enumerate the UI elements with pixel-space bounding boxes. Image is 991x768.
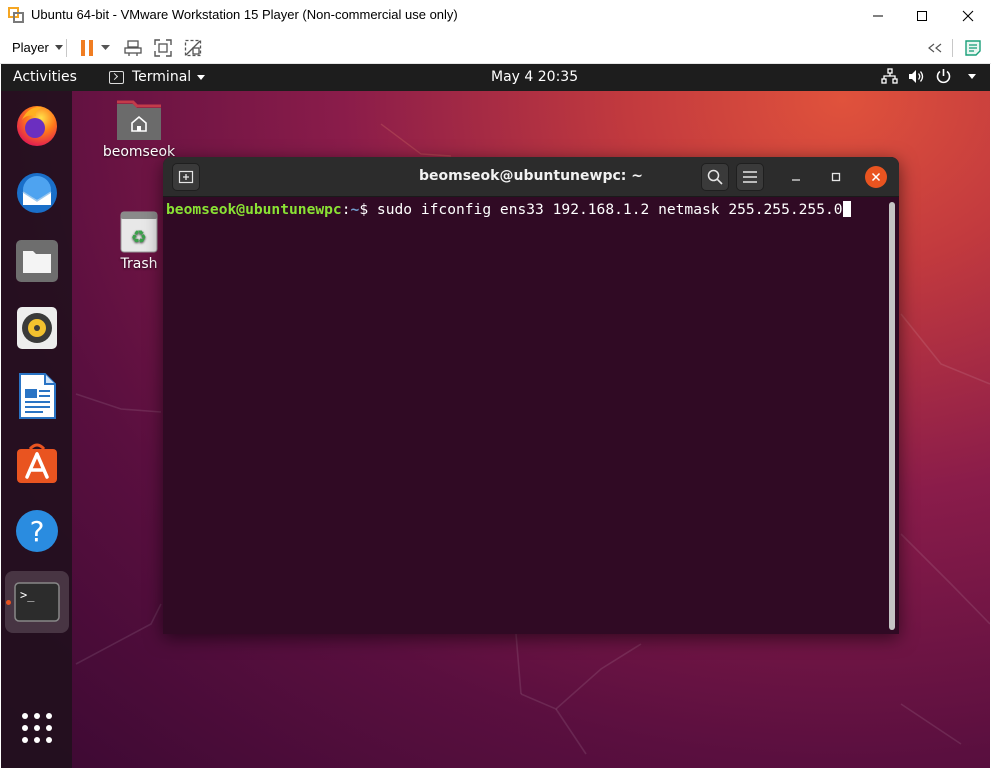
firefox-icon	[17, 106, 57, 146]
terminal-search-button[interactable]	[701, 163, 729, 191]
close-icon	[962, 10, 974, 21]
prompt-separator: :	[341, 201, 351, 218]
vmware-toolbar: Player	[0, 31, 991, 64]
desktop-icon-home[interactable]: beomseok	[99, 98, 179, 160]
maximize-icon	[831, 172, 841, 182]
terminal-window[interactable]: beomseok@ubuntunewpc: ~ beomseok@ubuntun…	[163, 157, 899, 634]
send-ctrl-alt-del-button[interactable]	[122, 37, 144, 59]
chevron-down-icon	[968, 74, 976, 79]
svg-text:?: ?	[30, 515, 45, 548]
minimize-button[interactable]	[855, 0, 901, 31]
vmware-app-icon	[8, 7, 24, 23]
thunderbird-icon	[17, 173, 57, 213]
window-title: Ubuntu 64-bit - VMware Workstation 15 Pl…	[31, 7, 458, 22]
dock-item-firefox[interactable]	[12, 100, 62, 150]
toolbar-divider	[952, 39, 953, 57]
prompt-path: ~	[350, 201, 360, 218]
terminal-maximize-button[interactable]	[825, 166, 847, 188]
close-button[interactable]	[945, 0, 991, 31]
terminal-menu-button[interactable]	[736, 163, 764, 191]
activities-button[interactable]: Activities	[13, 69, 77, 85]
vmware-titlebar: Ubuntu 64-bit - VMware Workstation 15 Pl…	[0, 0, 991, 31]
minimize-icon	[873, 15, 883, 16]
message-log-button[interactable]	[962, 37, 984, 59]
dock-item-files[interactable]	[12, 236, 62, 286]
new-tab-button[interactable]	[172, 163, 200, 191]
dock-item-terminal[interactable]: >_	[5, 571, 69, 633]
collapse-toolbar-button[interactable]	[924, 37, 946, 59]
chevron-down-icon	[197, 74, 206, 80]
terminal-headerbar[interactable]: beomseok@ubuntunewpc: ~	[163, 157, 899, 197]
new-tab-icon	[178, 170, 194, 184]
command-text: sudo ifconfig ens33 192.168.1.2 netmask …	[376, 201, 843, 218]
pause-vm-button[interactable]	[76, 37, 98, 59]
double-chevron-left-icon	[928, 43, 942, 53]
app-menu-button[interactable]: Terminal	[109, 69, 206, 85]
minimize-icon	[792, 179, 800, 181]
chevron-down-icon	[54, 44, 63, 50]
maximize-icon	[917, 10, 927, 21]
help-icon: ?	[16, 510, 58, 552]
toolbar-divider	[66, 39, 67, 57]
clock-button[interactable]: May 4 20:35	[491, 69, 578, 85]
chevron-down-icon	[100, 45, 110, 50]
hamburger-menu-icon	[743, 171, 757, 183]
unity-mode-button[interactable]	[182, 37, 204, 59]
search-icon	[707, 169, 723, 185]
pause-icon	[81, 40, 93, 56]
prompt-user: beomseok@ubuntunewpc	[166, 201, 342, 218]
dock-item-help[interactable]: ?	[12, 506, 62, 556]
guest-screen[interactable]: Activities Terminal May 4 20:35 ? >_ beo…	[1, 64, 990, 768]
player-menu-button[interactable]: Player	[6, 37, 69, 57]
terminal-app-icon	[109, 70, 124, 84]
fullscreen-icon	[154, 39, 172, 57]
system-menu-button[interactable]	[881, 68, 976, 85]
files-icon	[16, 240, 58, 282]
terminal-output[interactable]: beomseok@ubuntunewpc:~$ sudo ifconfig en…	[163, 198, 899, 634]
prompt-symbol: $	[359, 201, 377, 218]
player-menu-label: Player	[12, 39, 49, 55]
terminal-scrollbar[interactable]	[889, 202, 895, 630]
libreoffice-writer-icon	[19, 373, 56, 419]
terminal-minimize-button[interactable]	[785, 166, 807, 188]
show-applications-button[interactable]	[12, 703, 62, 753]
gnome-top-bar: Activities Terminal May 4 20:35	[1, 64, 990, 91]
dock-item-thunderbird[interactable]	[12, 168, 62, 218]
power-options-dropdown[interactable]	[98, 37, 112, 59]
terminal-icon: >_	[14, 582, 60, 622]
unity-icon	[184, 39, 202, 57]
app-menu-label: Terminal	[132, 69, 192, 85]
fit-guest-button[interactable]	[152, 37, 174, 59]
trash-icon: ♻	[120, 211, 158, 253]
running-indicator	[6, 600, 11, 605]
keyboard-network-icon	[124, 40, 142, 56]
close-icon	[871, 172, 881, 182]
ubuntu-software-icon	[17, 443, 57, 483]
maximize-button[interactable]	[899, 0, 945, 31]
volume-icon	[909, 70, 924, 83]
network-icon	[881, 68, 898, 84]
power-icon	[936, 69, 951, 84]
notes-icon	[965, 40, 981, 56]
app-grid-icon	[22, 713, 52, 743]
terminal-command-line: beomseok@ubuntunewpc:~$ sudo ifconfig en…	[166, 201, 851, 218]
dock-item-rhythmbox[interactable]	[12, 303, 62, 353]
dock-item-libreoffice-writer[interactable]	[12, 371, 62, 421]
desktop-icon-label: Trash	[120, 256, 158, 272]
text-cursor	[842, 201, 851, 217]
terminal-close-button[interactable]	[865, 166, 887, 188]
rhythmbox-icon	[17, 307, 57, 349]
svg-text:>_: >_	[20, 588, 35, 602]
home-folder-icon	[117, 100, 161, 140]
dock-item-ubuntu-software[interactable]	[12, 438, 62, 488]
ubuntu-dock: ? >_	[1, 91, 72, 768]
svg-text:♻: ♻	[131, 227, 147, 248]
